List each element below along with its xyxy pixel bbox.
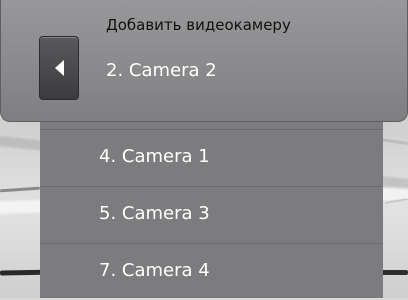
chevron-left-icon [54, 60, 64, 76]
camera-item-label: 4. Camera 1 [99, 146, 210, 167]
add-camera-header: Добавить видеокамеру 2. Camera 2 [0, 0, 408, 122]
selected-camera-label: 2. Camera 2 [106, 60, 217, 81]
page-title: Добавить видеокамеру [106, 16, 291, 34]
back-button[interactable] [39, 36, 79, 100]
camera-item-label: 5. Camera 3 [99, 203, 210, 224]
camera-list-item[interactable]: 7. Camera 4 [40, 243, 383, 300]
camera-item-label: 7. Camera 4 [99, 260, 210, 281]
camera-list-item[interactable]: 5. Camera 3 [40, 186, 383, 243]
camera-list-item[interactable]: 4. Camera 1 [40, 129, 383, 186]
